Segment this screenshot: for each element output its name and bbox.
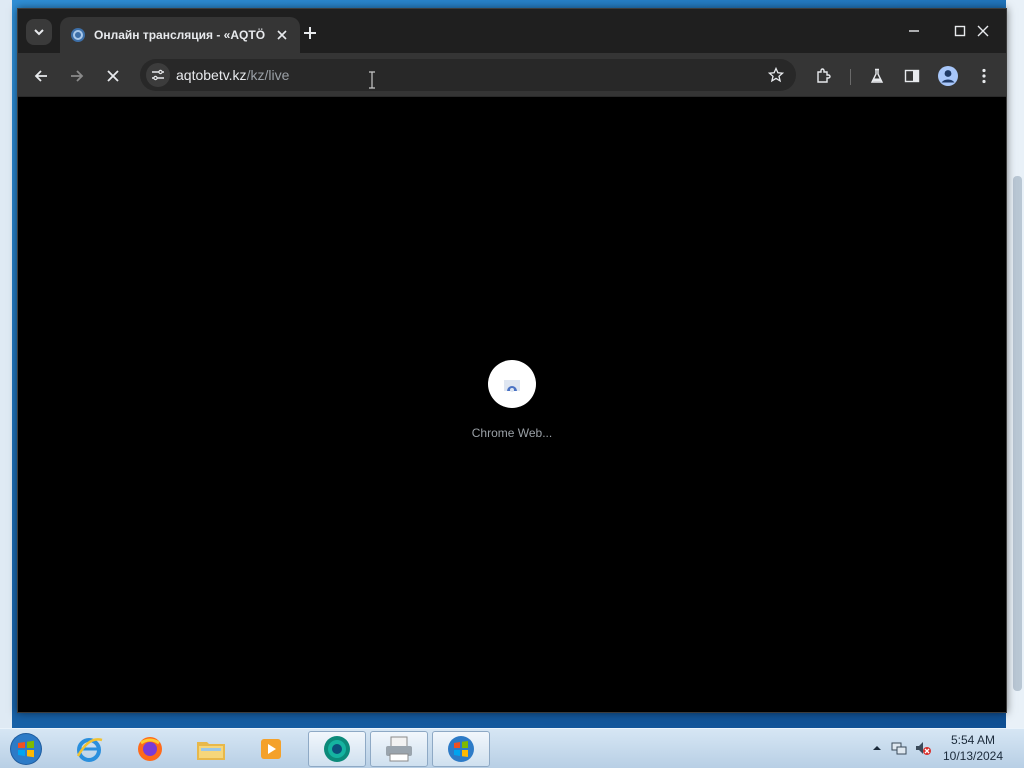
page-content: Chrome Web... xyxy=(18,98,1006,712)
chevron-up-icon xyxy=(873,746,881,750)
windows-icon xyxy=(448,736,474,762)
minimize-icon xyxy=(909,30,919,32)
taskbar-firefox[interactable] xyxy=(121,731,179,767)
taskbar-windows[interactable] xyxy=(432,731,490,767)
minimize-button[interactable] xyxy=(891,17,937,45)
text-cursor-icon xyxy=(369,71,375,89)
show-hidden-icons-button[interactable] xyxy=(868,739,886,757)
side-panel-button[interactable] xyxy=(898,62,926,90)
tab-search-button[interactable] xyxy=(26,19,52,45)
kebab-menu-icon xyxy=(982,68,986,84)
taskbar-file-explorer[interactable] xyxy=(182,731,240,767)
toolbar-separator xyxy=(850,69,851,85)
url-text[interactable]: aqtobetv.kz/kz/live xyxy=(176,67,289,83)
url-host: aqtobetv.kz xyxy=(176,67,247,83)
taskbar-media-player[interactable] xyxy=(242,731,300,767)
chrome-icon xyxy=(324,736,350,762)
web-store-icon xyxy=(504,380,520,392)
taskbar-chrome[interactable] xyxy=(308,731,366,767)
back-button[interactable] xyxy=(27,62,55,90)
tab-close-button[interactable] xyxy=(272,25,292,45)
start-button[interactable] xyxy=(6,731,46,767)
taskbar: 5:54 AM 10/13/2024 xyxy=(0,728,1024,768)
close-icon xyxy=(277,30,287,40)
flask-icon xyxy=(870,68,884,83)
stop-loading-button[interactable] xyxy=(99,62,127,90)
clock-date: 10/13/2024 xyxy=(942,749,1004,763)
taskbar-printer[interactable] xyxy=(370,731,428,767)
clock-time: 5:54 AM xyxy=(950,733,996,747)
forward-button[interactable] xyxy=(63,62,91,90)
plus-icon xyxy=(304,27,316,39)
start-orb-icon xyxy=(10,733,42,765)
extensions-button[interactable] xyxy=(809,62,837,90)
star-icon xyxy=(768,67,784,83)
side-panel-icon xyxy=(904,69,920,83)
firefox-icon xyxy=(138,737,162,761)
address-bar[interactable]: aqtobetv.kz/kz/live xyxy=(140,59,796,91)
network-tray-icon[interactable] xyxy=(890,739,908,757)
channel-logo-icon xyxy=(71,28,85,42)
network-icon xyxy=(891,742,907,755)
printer-icon xyxy=(386,736,412,762)
profile-icon xyxy=(938,66,958,86)
volume-tray-icon[interactable] xyxy=(914,739,932,757)
tab-active[interactable]: Онлайн трансляция - «AQTÖ xyxy=(60,17,300,53)
profile-button[interactable] xyxy=(934,62,962,90)
chevron-down-icon xyxy=(34,29,44,36)
window-close-button[interactable] xyxy=(960,17,1006,45)
site-info-button[interactable] xyxy=(146,63,170,87)
close-icon xyxy=(977,25,989,37)
arrow-right-icon xyxy=(71,70,84,82)
menu-button[interactable] xyxy=(970,62,998,90)
tab-title: Онлайн трансляция - «AQTÖ xyxy=(94,28,266,42)
file-explorer-icon xyxy=(197,742,225,760)
media-player-icon xyxy=(261,739,281,759)
bookmark-button[interactable] xyxy=(766,65,786,85)
loading-app-label: Chrome Web... xyxy=(471,426,553,440)
browser-toolbar: aqtobetv.kz/kz/live xyxy=(18,53,1006,97)
system-clock[interactable]: 5:54 AM 10/13/2024 xyxy=(938,732,1008,764)
labs-button[interactable] xyxy=(863,62,891,90)
volume-muted-icon xyxy=(916,742,931,755)
new-tab-button[interactable] xyxy=(298,21,322,45)
arrow-left-icon xyxy=(34,70,47,82)
stop-icon xyxy=(107,70,119,82)
puzzle-icon xyxy=(817,68,831,83)
taskbar-internet-explorer[interactable] xyxy=(60,731,118,767)
internet-explorer-icon xyxy=(76,738,103,762)
tune-icon xyxy=(152,69,164,81)
url-path: /kz/live xyxy=(246,67,290,83)
tab-strip: Онлайн трансляция - «AQTÖ xyxy=(18,9,1006,53)
desktop-window-edge-left xyxy=(0,0,12,728)
browser-window: Онлайн трансляция - «AQTÖ aqtobetv.kz/kz… xyxy=(17,8,1007,713)
app-loading-logo xyxy=(488,360,536,408)
background-scrollbar[interactable] xyxy=(1013,176,1022,691)
